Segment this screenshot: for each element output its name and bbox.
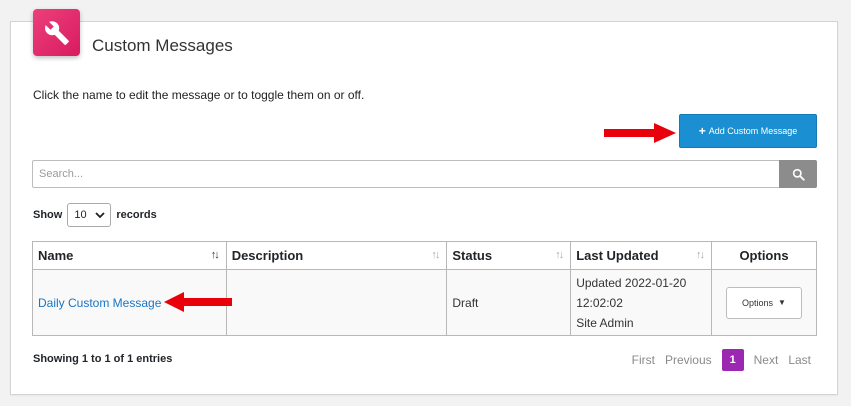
search-button[interactable] [779, 160, 817, 188]
options-dropdown-button[interactable]: Options ▼ [726, 286, 802, 319]
page-title: Custom Messages [92, 36, 233, 55]
sort-icon: ↑↓ [696, 249, 705, 261]
cell-description [225, 269, 448, 336]
column-header-options: Options [711, 241, 817, 270]
search-icon [792, 168, 805, 181]
table-info: Showing 1 to 1 of 1 entries [33, 353, 173, 365]
sort-icon: ↑↓ [555, 249, 564, 261]
sort-icon: ↑↓ [210, 249, 220, 261]
pagination: First Previous 1 Next Last [632, 349, 811, 371]
show-label: Show [33, 209, 63, 221]
options-label: Options [742, 297, 774, 308]
sort-icon: ↑↓ [431, 249, 440, 261]
cell-status: Draft [446, 269, 572, 336]
column-header-status[interactable]: Status ↑↓ [446, 241, 572, 270]
message-name-link[interactable]: Daily Custom Message [38, 296, 161, 310]
pager-last[interactable]: Last [788, 353, 811, 367]
records-per-page-select[interactable]: 10 [67, 203, 112, 227]
records-label: records [116, 209, 157, 221]
table-header-row: Name ↑↓ Description ↑↓ Status ↑↓ Last Updat… [32, 241, 817, 270]
annotation-arrow-left-icon [164, 292, 232, 312]
page-length-control: Show 10 records [33, 202, 157, 228]
table-row: Daily Custom Message Draft Updated 2022-… [32, 269, 817, 336]
column-header-name[interactable]: Name ↑↓ [32, 241, 227, 270]
records-per-page-value: 10 [74, 209, 87, 221]
caret-down-icon: ▼ [778, 298, 786, 307]
updated-by: Site Admin [576, 315, 634, 330]
wrench-icon [33, 9, 80, 56]
search-input[interactable] [32, 160, 779, 188]
chevron-down-icon [95, 211, 105, 218]
cell-last-updated: Updated 2022-01-20 12:02:02 Site Admin [570, 269, 712, 336]
messages-table: Name ↑↓ Description ↑↓ Status ↑↓ Last Updat… [32, 241, 817, 336]
pager-previous[interactable]: Previous [665, 353, 712, 367]
annotation-arrow-right-icon [604, 123, 676, 143]
column-header-last-updated[interactable]: Last Updated ↑↓ [570, 241, 712, 270]
add-custom-message-label: Add Custom Message [708, 126, 798, 136]
column-header-description[interactable]: Description ↑↓ [225, 241, 448, 270]
updated-time: 12:02:02 [576, 295, 623, 310]
cell-options: Options ▼ [711, 269, 817, 336]
pager-next[interactable]: Next [754, 353, 779, 367]
pager-page-1[interactable]: 1 [721, 349, 744, 371]
intro-text: Click the name to edit the message or to… [33, 88, 365, 102]
updated-date: Updated 2022-01-20 [576, 275, 687, 290]
plus-icon: + [698, 124, 706, 138]
add-custom-message-button[interactable]: + Add Custom Message [679, 114, 817, 148]
pager-first[interactable]: First [632, 353, 655, 367]
